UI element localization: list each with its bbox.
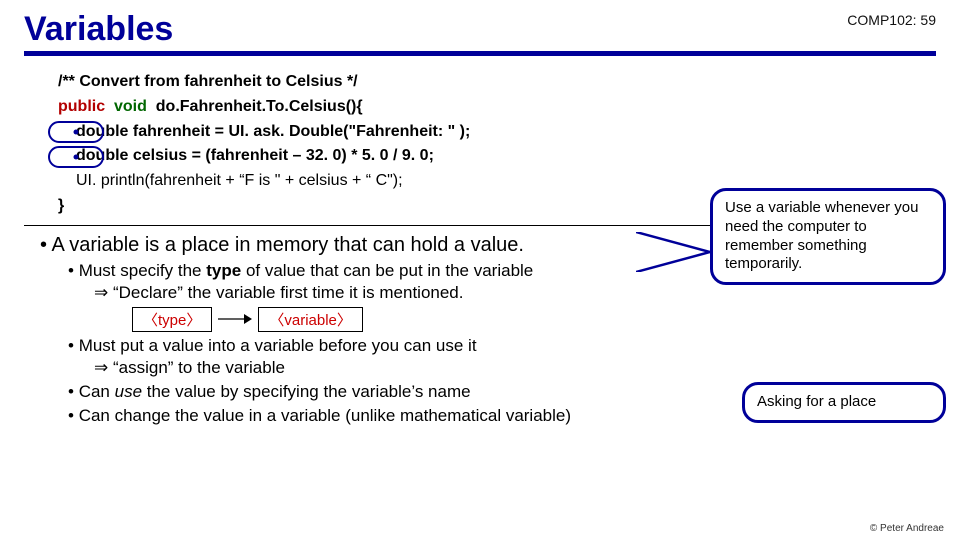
bullet-dot-icon xyxy=(74,129,79,134)
param-label-row: 〈type〉 〈variable〉 xyxy=(132,307,936,332)
code-line-1-text: double fahrenheit = UI. ask. Double("Fah… xyxy=(76,123,470,140)
code-signature: public void do.Fahrenheit.To.Celsius(){ xyxy=(58,95,936,120)
highlight-pill-2 xyxy=(48,146,104,168)
code-line-2: double celsius = (fahrenheit – 32. 0) * … xyxy=(76,144,936,169)
copyright-footer: © Peter Andreae xyxy=(870,523,944,534)
bullet-2a-sub: ⇒ “Declare” the variable first time it i… xyxy=(94,283,936,303)
bullet-2b-sub: ⇒ “assign” to the variable xyxy=(94,358,936,378)
bullet-2c-text: Can use the value by specifying the vari… xyxy=(79,382,471,401)
bullet-dot-icon xyxy=(74,154,79,159)
callout-1-pointer xyxy=(636,232,710,272)
bullet-1-text: A variable is a place in memory that can… xyxy=(51,234,523,256)
slide: Variables COMP102: 59 /** Convert from f… xyxy=(0,0,960,540)
title-underline xyxy=(24,51,936,56)
highlight-pill-1 xyxy=(48,121,104,143)
arrow-right-icon xyxy=(218,312,252,326)
method-name: do.Fahrenheit.To.Celsius(){ xyxy=(156,98,363,115)
course-tag: COMP102: 59 xyxy=(847,12,936,28)
callout-2: Asking for a place xyxy=(742,382,946,423)
callout-1: Use a variable whenever you need the com… xyxy=(710,188,946,285)
header: Variables COMP102: 59 xyxy=(24,10,936,56)
code-line-2-text: double celsius = (fahrenheit – 32. 0) * … xyxy=(76,147,434,164)
keyword-public: public xyxy=(58,98,105,115)
type-placeholder-box: 〈type〉 xyxy=(132,307,212,332)
bullet-2b-text: Must put a value into a variable before … xyxy=(79,336,477,355)
keyword-void: void xyxy=(114,98,147,115)
page-title: Variables xyxy=(24,10,936,49)
bullet-2b: • Must put a value into a variable befor… xyxy=(68,336,936,356)
variable-placeholder-box: 〈variable〉 xyxy=(258,307,363,332)
code-comment: /** Convert from fahrenheit to Celsius *… xyxy=(58,70,936,95)
bullet-2d-text: Can change the value in a variable (unli… xyxy=(79,406,571,425)
bullet-2a-text: Must specify the type of value that can … xyxy=(79,261,534,280)
code-line-1: double fahrenheit = UI. ask. Double("Fah… xyxy=(76,120,936,145)
